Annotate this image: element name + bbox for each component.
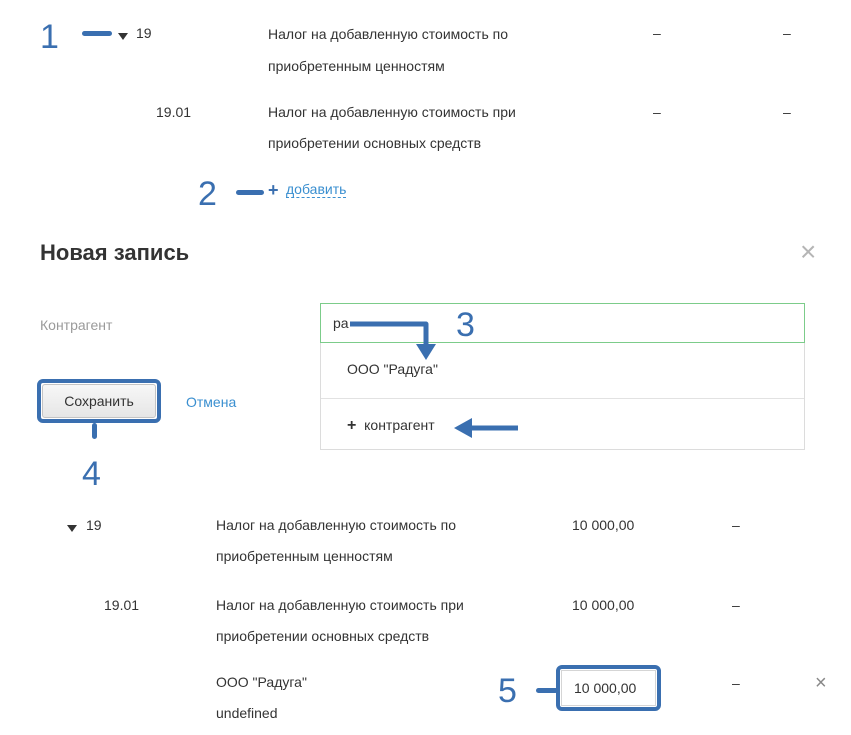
callout-arrows (350, 321, 518, 438)
subaccount-code: 19.01 (104, 597, 140, 613)
callout-2-line (236, 190, 264, 195)
add-button[interactable]: добавить (286, 181, 347, 199)
account-code: 19 (86, 517, 102, 533)
arrow-to-suggestion (350, 321, 429, 354)
remove-row-icon[interactable]: × (815, 673, 827, 693)
account-name-line2: приобретенным ценностям (268, 58, 445, 74)
callout-5: 5 (498, 672, 517, 710)
add-link-label[interactable]: добавить (286, 181, 347, 198)
arrow-head (454, 418, 472, 438)
cell-dash: – (783, 25, 791, 41)
cell-dash: – (783, 104, 791, 120)
collapse-triangle-icon[interactable] (118, 27, 128, 45)
amount-input[interactable]: 10 000,00 (561, 670, 656, 706)
cell-dash: – (732, 675, 740, 691)
plus-icon[interactable]: + (268, 181, 279, 199)
subaccount-name-line2: приобретении основных средств (216, 628, 430, 644)
arrow-head (416, 344, 436, 360)
collapse-triangle-icon[interactable] (67, 519, 77, 537)
dialog-title: Новая запись (40, 240, 190, 265)
close-icon[interactable]: × (800, 238, 816, 266)
subaccount-code: 19.01 (156, 104, 192, 120)
account-name-line2: приобретенным ценностям (216, 548, 393, 564)
amount-cell: 10 000,00 (572, 517, 635, 533)
cell-dash: – (653, 104, 661, 120)
amount-cell: 10 000,00 (572, 597, 635, 613)
callout-4: 4 (82, 455, 101, 493)
counterparty-label: Контрагент (40, 317, 113, 333)
entry-name: ООО "Радуга" (216, 674, 307, 690)
save-button[interactable]: Сохранить (42, 384, 156, 418)
callout-2: 2 (198, 175, 217, 213)
subaccount-name-line1: Налог на добавленную стоимость при (216, 597, 464, 613)
account-code: 19 (136, 25, 152, 41)
callout-1: 1 (40, 18, 59, 56)
callout-4-line (92, 423, 97, 439)
callout-1-line (82, 31, 112, 36)
cancel-button[interactable]: Отмена (186, 394, 236, 410)
entry-subtitle: undefined (216, 705, 278, 721)
account-name-line1: Налог на добавленную стоимость по (216, 517, 457, 533)
callout-5-line (536, 688, 558, 693)
cell-dash: – (732, 517, 740, 533)
subaccount-name-line1: Налог на добавленную стоимость при (268, 104, 516, 120)
cell-dash: – (732, 597, 740, 613)
cell-dash: – (653, 25, 661, 41)
subaccount-name-line2: приобретении основных средств (268, 135, 482, 151)
account-name-line1: Налог на добавленную стоимость по (268, 26, 509, 42)
